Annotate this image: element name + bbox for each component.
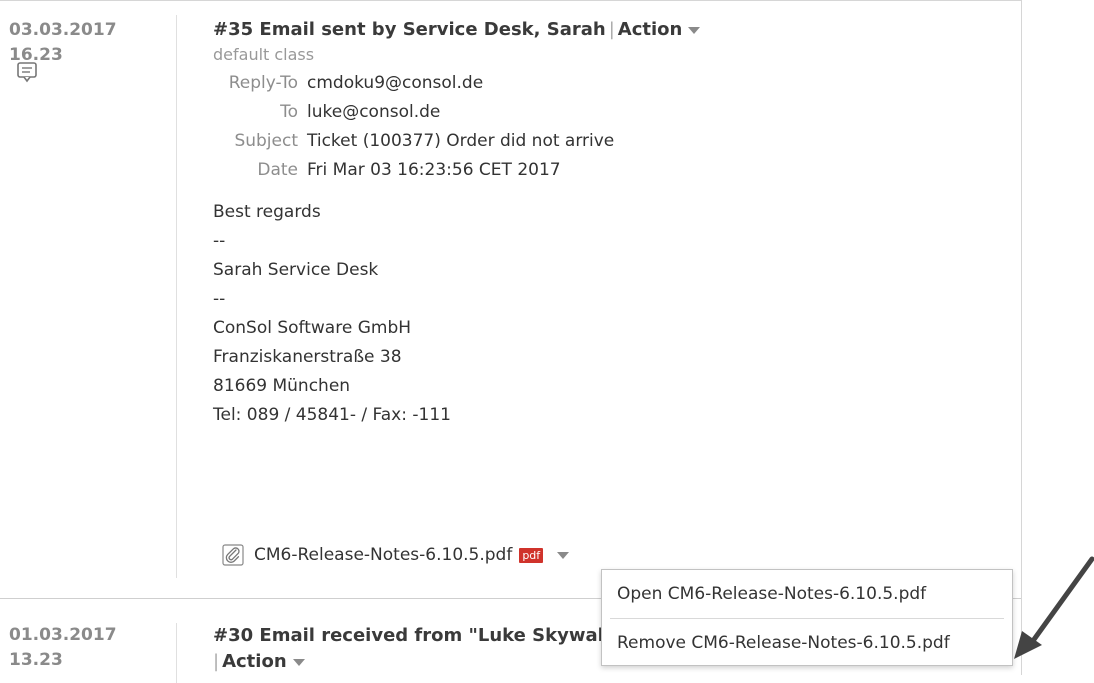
body-line: Tel: 089 / 45841- / Fax: -111 [213, 405, 451, 425]
body-line: 81669 München [213, 376, 351, 396]
field-label: To [280, 102, 298, 122]
entry-content: #35 Email sent by Service Desk, Sarah | Ac… [213, 17, 1003, 430]
activity-entry: 03.03.2017 16.23 #35 Email sent by Servi… [0, 1, 1021, 598]
field-value: luke@consol.de [307, 102, 441, 122]
action-menu-button[interactable]: Action [222, 651, 305, 672]
attachment-dropdown-menu: Open CM6-Release-Notes-6.10.5.pdf Remove… [601, 569, 1013, 666]
attachment-menu-toggle[interactable] [557, 551, 570, 559]
chevron-down-icon [688, 26, 701, 34]
menu-item-remove-attachment[interactable]: Remove CM6-Release-Notes-6.10.5.pdf [602, 619, 1012, 667]
field-date: Date Fri Mar 03 16:23:56 CET 2017 [213, 156, 1003, 185]
entry-title: #30 Email received from "Luke Skywalk [213, 625, 613, 646]
field-value: Fri Mar 03 16:23:56 CET 2017 [307, 160, 561, 180]
entry-title: #35 Email sent by Service Desk, Sarah [213, 19, 606, 40]
paperclip-icon [222, 544, 244, 566]
header-separator: | [608, 19, 615, 40]
body-line: Sarah Service Desk [213, 260, 379, 280]
attachment: CM6-Release-Notes-6.10.5.pdf pdf [222, 541, 570, 569]
chevron-down-icon [292, 658, 305, 666]
attachment-filename[interactable]: CM6-Release-Notes-6.10.5.pdf [254, 545, 512, 565]
field-label: Reply-To [228, 73, 298, 93]
body-line: Franziskanerstraße 38 [213, 347, 402, 367]
menu-item-open-attachment[interactable]: Open CM6-Release-Notes-6.10.5.pdf [602, 570, 1012, 618]
action-menu-button[interactable]: Action [618, 19, 701, 40]
field-label: Date [257, 160, 298, 180]
body-line: ConSol Software GmbH [213, 318, 412, 338]
pdf-file-icon: pdf [519, 547, 544, 563]
action-label: Action [617, 19, 683, 40]
entry-class: default class [213, 45, 315, 64]
entry-header-continued: | Action [213, 649, 613, 675]
entry-header: #30 Email received from "Luke Skywalk [213, 623, 613, 649]
entry-header: #35 Email sent by Service Desk, Sarah | Ac… [213, 17, 1003, 43]
entry-content: #30 Email received from "Luke Skywalk | A… [213, 623, 613, 675]
field-reply-to: Reply-To cmdoku9@consol.de [213, 69, 1003, 98]
entry-time: 13.23 [9, 650, 63, 670]
body-line: Best regards [213, 202, 321, 222]
entry-date: 01.03.2017 [9, 625, 117, 645]
entry-divider [176, 623, 177, 683]
header-separator: | [213, 651, 220, 672]
entry-date: 03.03.2017 [9, 20, 117, 40]
field-value: cmdoku9@consol.de [307, 73, 484, 93]
body-line: -- [213, 231, 226, 251]
field-subject: Subject Ticket (100377) Order did not ar… [213, 127, 1003, 156]
entry-divider [176, 15, 177, 578]
comment-icon[interactable] [16, 61, 38, 83]
field-value: Ticket (100377) Order did not arrive [307, 131, 615, 151]
action-label: Action [222, 651, 287, 672]
email-fields: Reply-To cmdoku9@consol.de To luke@conso… [213, 69, 1003, 185]
annotation-arrow-icon [1014, 556, 1094, 659]
body-line: -- [213, 289, 226, 309]
field-label: Subject [234, 131, 298, 151]
entry-timestamp: 01.03.2017 13.23 [9, 623, 159, 673]
field-to: To luke@consol.de [213, 98, 1003, 127]
email-body: Best regards -- Sarah Service Desk -- Co… [213, 198, 1003, 430]
